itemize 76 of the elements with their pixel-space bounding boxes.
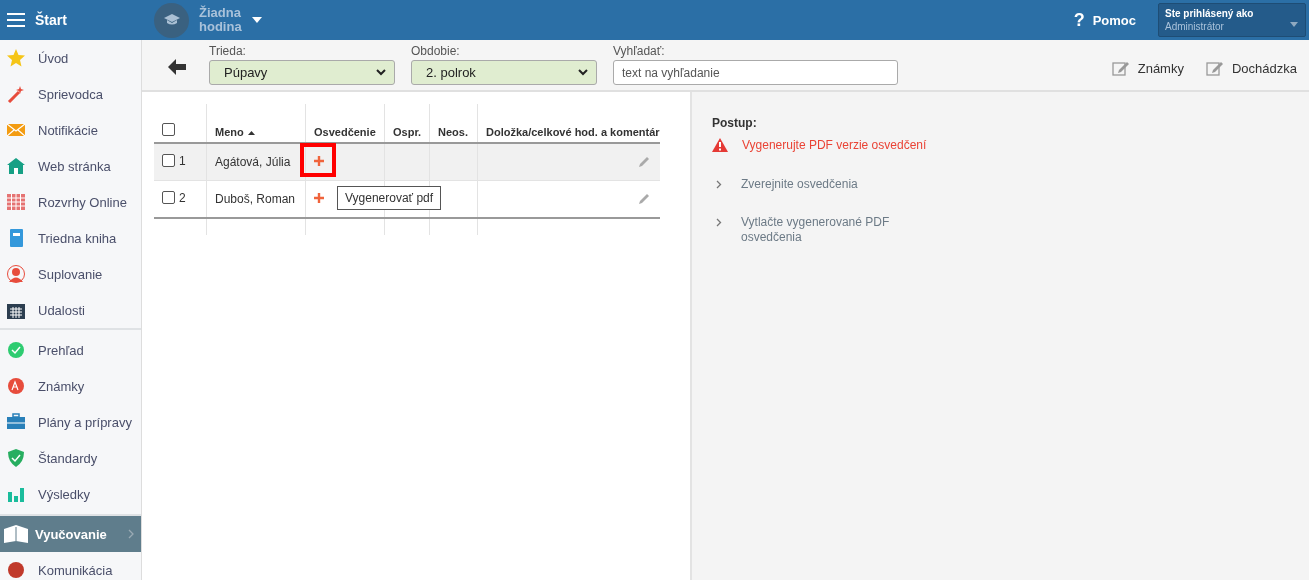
chevron-right-icon [716, 218, 722, 227]
column-header[interactable]: Ospr. [393, 126, 422, 138]
field-label: Trieda: [209, 44, 247, 60]
chevron-down-icon[interactable] [376, 69, 386, 76]
row-number: 1 [179, 153, 186, 168]
briefcase-icon [7, 413, 25, 431]
plus-icon[interactable] [314, 193, 324, 203]
column-header[interactable]: Osvedčenie [314, 126, 376, 138]
sort-up-icon[interactable] [247, 131, 255, 136]
calendar-icon [7, 301, 25, 319]
house-icon [7, 157, 25, 175]
sidebar-item[interactable]: Prehľad [0, 332, 141, 368]
magic-wand-icon [7, 85, 25, 103]
sidebar-item[interactable]: Štandardy [0, 440, 141, 476]
person-icon [7, 265, 25, 283]
home-link[interactable]: Štart [35, 12, 67, 28]
sidebar-item[interactable]: Triedna kniha [0, 220, 141, 256]
calendar-grid-icon [7, 193, 25, 211]
graduation-cap-icon [154, 2, 189, 38]
field-label: Vyhľadať: [613, 44, 666, 60]
sidebar-item[interactable]: Udalosti [0, 292, 141, 328]
column-header[interactable]: Doložka/celkové hod. a komentár [486, 126, 660, 138]
sidebar-item[interactable]: Suplovanie [0, 256, 141, 292]
warning-icon [712, 138, 728, 152]
steps-title: Postup: [712, 116, 758, 130]
step-text[interactable]: Vygenerujte PDF verzie osvedčení [742, 138, 927, 153]
user-menu[interactable]: Ste prihlásený ako Administrátor [1158, 3, 1306, 37]
grade-circle-icon [7, 377, 25, 395]
chevron-right-icon [716, 180, 722, 189]
column-header[interactable]: Neos. [438, 126, 468, 138]
step-text[interactable]: Vytlačte vygenerované PDF osvedčenia [741, 215, 890, 245]
sidebar-item[interactable]: Vyučovanie [0, 516, 141, 552]
bar-chart-icon [7, 485, 25, 503]
sidebar-item[interactable]: Web stránka [0, 148, 141, 184]
column-header[interactable]: Meno [215, 126, 244, 138]
sidebar-item[interactable]: Notifikácie [0, 112, 141, 148]
sidebar-item[interactable]: Úvod [0, 40, 141, 76]
row-number: 2 [179, 190, 186, 205]
row-checkbox[interactable] [162, 154, 175, 168]
toolbar-link[interactable]: Dochádzka [1205, 60, 1297, 76]
star-icon [7, 49, 25, 67]
student-name: Agátová, Júlia [215, 155, 291, 169]
back-arrow-icon[interactable] [168, 58, 186, 76]
sidebar-item[interactable]: Rozvrhy Online [0, 184, 141, 220]
sidebar-item[interactable]: Výsledky [0, 476, 141, 512]
step-text[interactable]: Zverejnite osvedčenia [741, 177, 858, 192]
sidebar-item[interactable]: Sprievodca [0, 76, 141, 112]
menu-icon[interactable] [7, 13, 25, 27]
notebook-icon [7, 229, 25, 247]
shield-icon [7, 449, 25, 467]
chevron-down-icon[interactable] [578, 69, 588, 76]
sidebar-item[interactable]: Plány a prípravy [0, 404, 141, 440]
period-dropdown[interactable]: 2. polrok [411, 60, 597, 85]
chevron-right-icon [128, 529, 134, 539]
sidebar-item[interactable]: Komunikácia [0, 552, 141, 580]
tooltip: Vygenerovať pdf [337, 186, 442, 210]
check-circle-icon [7, 341, 25, 359]
plus-icon[interactable] [314, 156, 324, 166]
open-book-icon [3, 524, 29, 544]
select-all-checkbox[interactable] [162, 123, 175, 136]
field-label: Obdobie: [411, 44, 461, 60]
highlight-frame [300, 143, 336, 177]
envelope-icon [7, 121, 25, 139]
help-icon[interactable]: ? [1073, 9, 1085, 31]
class-dropdown[interactable]: Púpavy [209, 60, 395, 85]
student-name: Duboš, Roman [215, 192, 296, 206]
speech-bubble-icon [7, 561, 25, 579]
sidebar-item[interactable]: Známky [0, 368, 141, 404]
search-field[interactable]: text na vyhľadanie [613, 60, 898, 85]
edit-icon [1111, 60, 1130, 76]
caret-icon[interactable] [251, 17, 262, 23]
caret-icon[interactable] [1290, 22, 1298, 27]
row-checkbox[interactable] [162, 191, 175, 205]
help-link[interactable]: Pomoc [1092, 12, 1136, 28]
edit-icon [1205, 60, 1224, 76]
toolbar-link[interactable]: Známky [1111, 60, 1184, 76]
